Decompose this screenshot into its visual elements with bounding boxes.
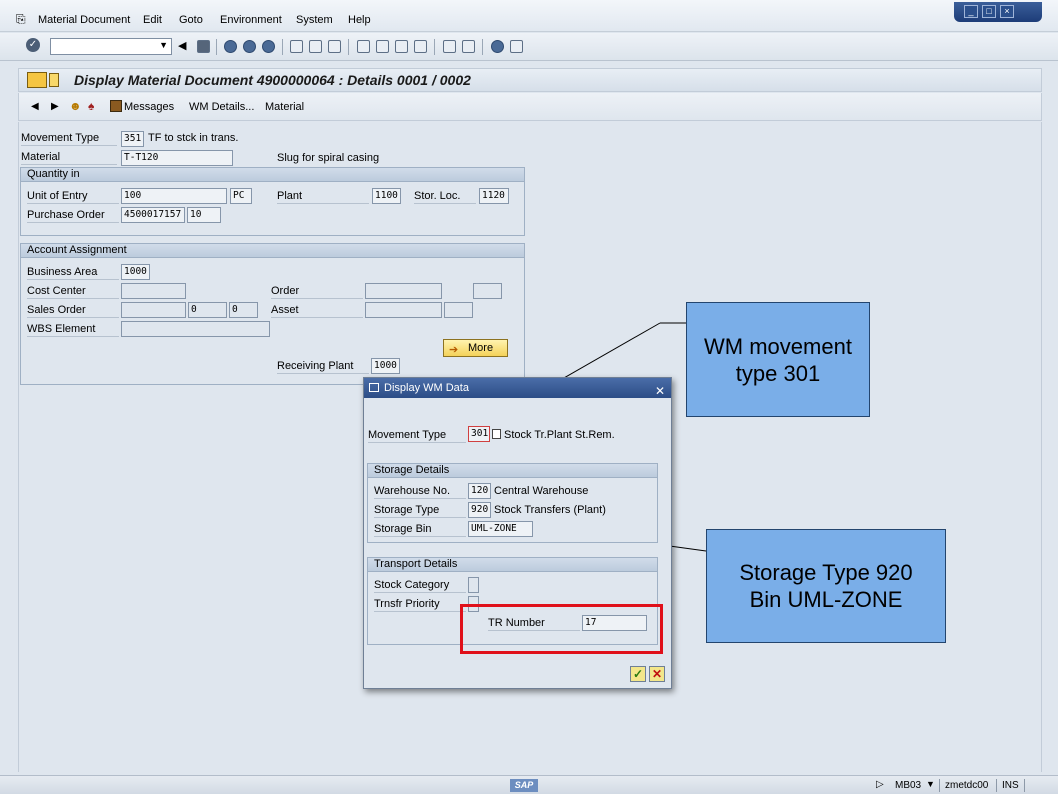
callout-storage-type-text: Storage Type 920 Bin UML-ZONE (739, 560, 913, 612)
cancel-x-icon[interactable]: ✕ (649, 666, 665, 682)
insert-mode: INS (1002, 780, 1019, 791)
storage-bin-label: Storage Bin (374, 523, 466, 537)
callout-storage-type: Storage Type 920 Bin UML-ZONE (706, 529, 946, 643)
dlg-movement-type-description: Stock Tr.Plant St.Rem. (504, 429, 615, 441)
status-separator (1024, 779, 1025, 792)
storage-details-title: Storage Details (368, 464, 657, 478)
checkbox-icon[interactable] (492, 429, 501, 439)
storage-bin-field: UML-ZONE (468, 521, 533, 537)
storage-details-group: Storage Details Warehouse No. 120 Centra… (367, 463, 658, 543)
dialog-title-bar: Display WM Data ✕ (364, 378, 671, 398)
tr-number-highlight-box (460, 604, 663, 654)
status-expand-icon[interactable]: ▷ (876, 779, 884, 790)
stock-category-field (468, 577, 479, 593)
callout-wm-movement-type: WM movement type 301 (686, 302, 870, 417)
storage-type-description: Stock Transfers (Plant) (494, 504, 606, 516)
sap-logo: SAP (510, 779, 538, 792)
storage-type-label: Storage Type (374, 504, 466, 518)
chevron-down-icon[interactable]: ▼ (926, 779, 935, 789)
server-name: zmetdc00 (945, 780, 989, 791)
callout-wm-movement-type-text: WM movement type 301 (704, 333, 852, 386)
dialog-icon (369, 383, 379, 392)
confirm-check-icon[interactable]: ✓ (630, 666, 646, 682)
warehouse-no-field: 120 (468, 483, 491, 499)
status-separator (939, 779, 940, 792)
status-bar: SAP ▷ MB03 ▼ zmetdc00 INS (0, 775, 1058, 794)
warehouse-description: Central Warehouse (494, 485, 589, 497)
status-separator (996, 779, 997, 792)
warehouse-no-label: Warehouse No. (374, 485, 466, 499)
transport-details-title: Transport Details (368, 558, 657, 572)
trnsfr-priority-label: Trnsfr Priority (374, 598, 466, 612)
dialog-title: Display WM Data (384, 382, 469, 394)
dlg-movement-type-label: Movement Type (368, 429, 466, 443)
dlg-movement-type-field: 301 (468, 426, 490, 442)
transaction-code: MB03 (895, 780, 922, 791)
dialog-close-icon[interactable]: ✕ (655, 381, 665, 401)
storage-type-field: 920 (468, 502, 491, 518)
stock-category-label: Stock Category (374, 579, 466, 593)
